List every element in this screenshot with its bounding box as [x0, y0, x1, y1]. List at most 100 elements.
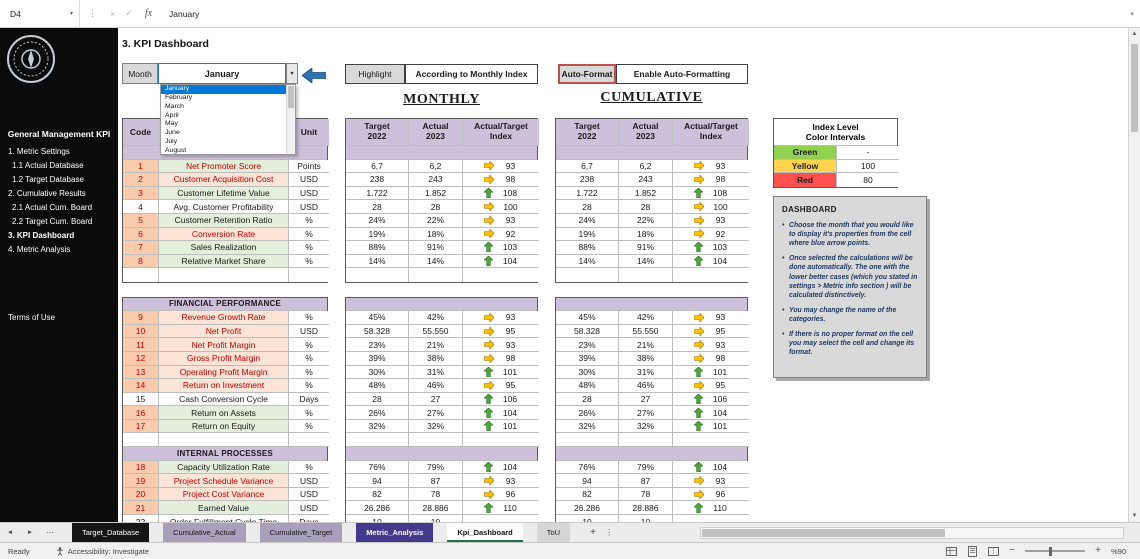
cell-code[interactable]: 4	[123, 200, 159, 214]
sheet-tab-tou[interactable]: ToU	[537, 523, 570, 542]
sidebar-item[interactable]: 1. Metric Settings	[8, 145, 116, 159]
cell-empty[interactable]	[463, 268, 539, 282]
cell-metric-name[interactable]: Customer Acquisition Cost	[159, 173, 289, 187]
cell-target[interactable]: 39%	[346, 352, 409, 366]
cell-empty[interactable]	[346, 433, 409, 447]
section-band-cell[interactable]	[346, 447, 537, 461]
cell-actual[interactable]: 87	[619, 474, 673, 488]
cell-metric-name[interactable]: Revenue Growth Rate	[159, 311, 289, 325]
col-header[interactable]: Actual2023	[409, 119, 463, 146]
cell-code[interactable]: 20	[123, 488, 159, 502]
legend-value-cell[interactable]: -	[837, 146, 899, 160]
cell-actual[interactable]: 31%	[619, 366, 673, 380]
cell-metric-name[interactable]: Net Profit Margin	[159, 338, 289, 352]
sidebar-terms-link[interactable]: Terms of Use	[8, 313, 55, 322]
cell-target[interactable]: 76%	[556, 461, 619, 475]
cell-target[interactable]: 1.722	[346, 187, 409, 201]
cell-code[interactable]: 14	[123, 379, 159, 393]
cell-target[interactable]: 39%	[556, 352, 619, 366]
cell-unit[interactable]: Days	[289, 393, 329, 407]
cell-index[interactable]: 92	[673, 228, 749, 242]
cell-index[interactable]: 95	[673, 379, 749, 393]
scroll-down-icon[interactable]: ▼	[1129, 513, 1140, 519]
cell-actual[interactable]: 27	[619, 393, 673, 407]
cell-empty[interactable]	[409, 433, 463, 447]
cell-empty[interactable]	[673, 268, 749, 282]
section-band-cell[interactable]	[346, 146, 537, 160]
cell-target[interactable]: 30%	[556, 366, 619, 380]
month-option[interactable]: August	[161, 147, 286, 154]
auto-format-button[interactable]: Auto-Format	[558, 64, 616, 84]
cell-target[interactable]: 14%	[556, 255, 619, 269]
cell-metric-name[interactable]: Avg. Customer Profitability	[159, 200, 289, 214]
cell-metric-name[interactable]: Cash Conversion Cycle	[159, 393, 289, 407]
cell-empty[interactable]	[619, 433, 673, 447]
cell-actual[interactable]: 28.886	[619, 501, 673, 515]
sheet-tab-cumulative_target[interactable]: Cumulative_Target	[260, 523, 343, 542]
cell-empty[interactable]	[123, 268, 159, 282]
cell-index[interactable]: 101	[463, 420, 539, 434]
cell-code[interactable]: 18	[123, 461, 159, 475]
zoom-in-button[interactable]: +	[1095, 546, 1101, 556]
cell-index[interactable]: 92	[463, 228, 539, 242]
legend-title[interactable]: Index Level Color Intervals	[774, 119, 897, 146]
cell-actual[interactable]: 46%	[409, 379, 463, 393]
tab-overflow-icon[interactable]: ⋯	[40, 523, 60, 542]
cell-unit[interactable]: %	[289, 255, 329, 269]
cell-metric-name[interactable]: Project Schedule Variance	[159, 474, 289, 488]
cell-code[interactable]: 19	[123, 474, 159, 488]
month-option[interactable]: March	[161, 103, 286, 112]
cell-metric-name[interactable]: Capacity Utilization Rate	[159, 461, 289, 475]
formula-bar-expand-icon[interactable]: ▾	[1130, 10, 1134, 18]
cell-index[interactable]: 110	[673, 501, 749, 515]
cell-index[interactable]: 104	[673, 461, 749, 475]
zoom-slider[interactable]	[1025, 550, 1085, 552]
cell-metric-name[interactable]: Earned Value	[159, 501, 289, 515]
cell-unit[interactable]: USD	[289, 187, 329, 201]
cell-index[interactable]: 95	[673, 325, 749, 339]
sidebar-item[interactable]: 2.2 Target Cum. Board	[8, 215, 116, 229]
cell-actual[interactable]: 28	[619, 200, 673, 214]
cell-actual[interactable]: 243	[409, 173, 463, 187]
cell-index[interactable]: 104	[673, 255, 749, 269]
cell-empty[interactable]	[159, 268, 289, 282]
cell-index[interactable]: 93	[673, 474, 749, 488]
sidebar-item[interactable]: 2.1 Actual Cum. Board	[8, 201, 116, 215]
cell-index[interactable]: 101	[463, 366, 539, 380]
cell-actual[interactable]: 21%	[409, 338, 463, 352]
cell-actual[interactable]: 32%	[409, 420, 463, 434]
cell-index[interactable]: 106	[673, 393, 749, 407]
cell-name-box[interactable]: D4 ▾	[0, 0, 80, 27]
tab-menu-icon[interactable]: ⋮	[602, 523, 616, 542]
cell-empty[interactable]	[463, 433, 539, 447]
col-header[interactable]: Actual2023	[619, 119, 673, 146]
cell-metric-name[interactable]: Return on Investment	[159, 379, 289, 393]
cell-target[interactable]: 26.286	[346, 501, 409, 515]
cell-actual[interactable]: 14%	[409, 255, 463, 269]
cell-target[interactable]: 28	[346, 200, 409, 214]
col-header[interactable]: Target2022	[556, 119, 619, 146]
cell-code[interactable]: 21	[123, 501, 159, 515]
cell-target[interactable]: 23%	[346, 338, 409, 352]
dropdown-scrollbar[interactable]	[286, 85, 295, 154]
cell-empty[interactable]	[673, 433, 749, 447]
cell-index[interactable]: 95	[463, 379, 539, 393]
cell-target[interactable]: 28	[556, 393, 619, 407]
section-header-cell[interactable]: FINANCIAL PERFORMANCE	[123, 298, 327, 312]
cell-index[interactable]: 101	[673, 420, 749, 434]
month-option[interactable]: April	[161, 112, 286, 121]
scroll-up-icon[interactable]: ▲	[1129, 31, 1140, 37]
sheet-tab-target_database[interactable]: Target_Database	[72, 523, 149, 542]
cell-target[interactable]: 82	[556, 488, 619, 502]
cell-target[interactable]: 19%	[346, 228, 409, 242]
cancel-icon[interactable]: ×	[110, 9, 115, 19]
enter-icon[interactable]: ✓	[125, 8, 133, 19]
cell-code[interactable]: 5	[123, 214, 159, 228]
cell-index[interactable]: 93	[463, 474, 539, 488]
cell-target[interactable]: 6,7	[346, 160, 409, 174]
cell-actual[interactable]: 42%	[409, 311, 463, 325]
cell-target[interactable]: 28	[346, 393, 409, 407]
vertical-scrollbar[interactable]: ▲ ▼	[1128, 28, 1140, 522]
cell-target[interactable]: 58.328	[556, 325, 619, 339]
cell-index[interactable]: 93	[463, 214, 539, 228]
